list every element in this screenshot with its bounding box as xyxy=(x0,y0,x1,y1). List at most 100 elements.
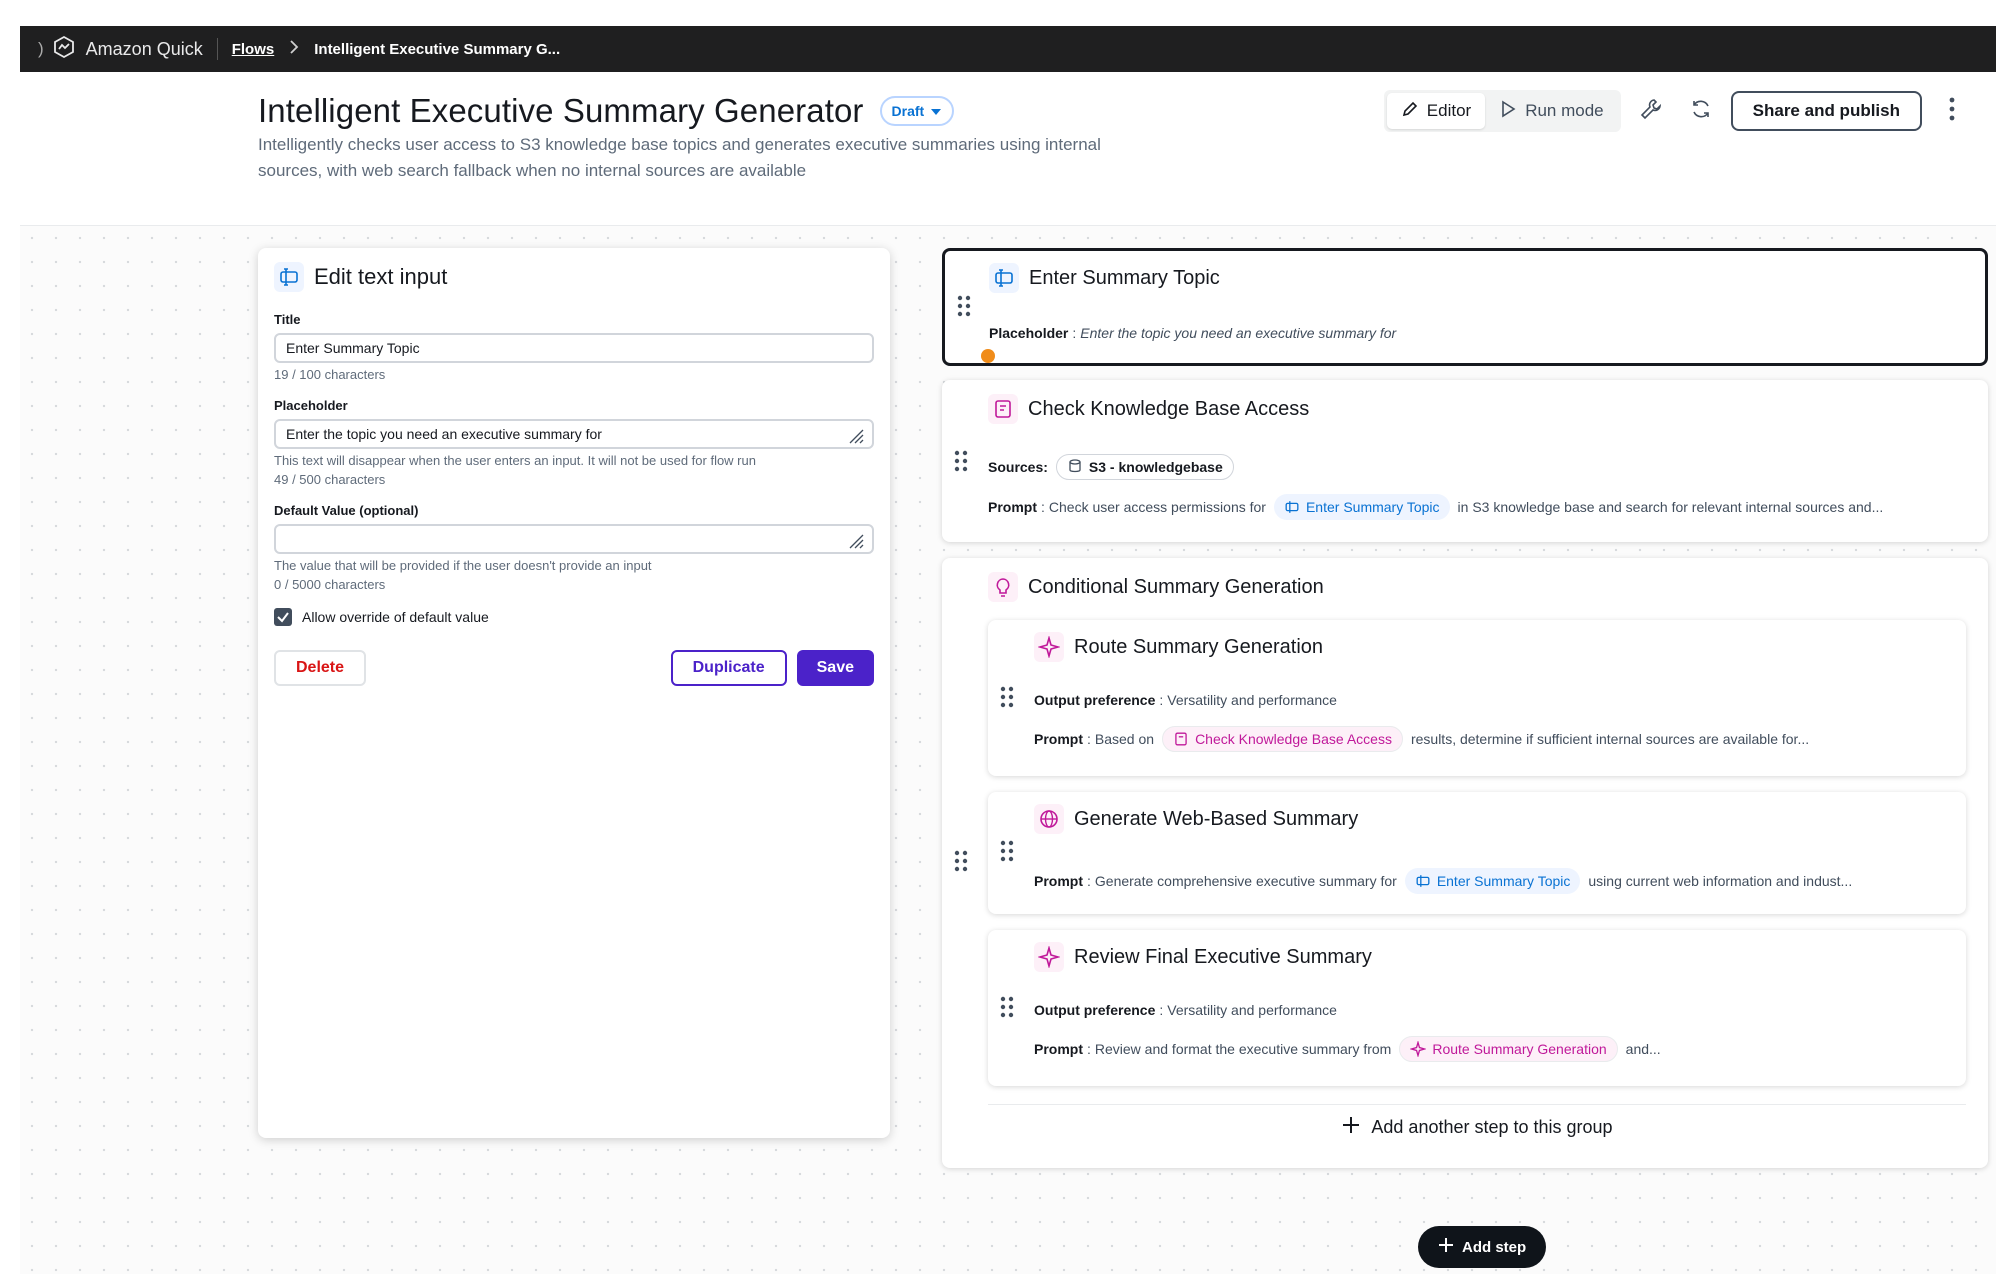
text-input-icon xyxy=(1416,875,1430,887)
editor-mode-button[interactable]: Editor xyxy=(1386,93,1486,129)
step-prompt-line: Prompt: Based on Check Knowledge Base Ac… xyxy=(1034,726,1809,752)
wrench-icon xyxy=(1639,97,1663,126)
step-group-conditional-summary-generation[interactable]: Conditional Summary Generation Route Sum… xyxy=(942,558,1988,1168)
source-tag-label: S3 - knowledgebase xyxy=(1088,459,1223,475)
reference-tag-enter-summary-topic[interactable]: Enter Summary Topic xyxy=(1404,868,1581,894)
checkmark-icon xyxy=(277,612,289,623)
breadcrumb-flows[interactable]: Flows xyxy=(232,41,275,58)
run-mode-button[interactable]: Run mode xyxy=(1485,93,1617,129)
prompt-key: Prompt xyxy=(1034,873,1083,889)
knowledge-base-icon xyxy=(988,394,1018,424)
colon: : xyxy=(1159,692,1164,708)
share-and-publish-button[interactable]: Share and publish xyxy=(1730,91,1922,131)
status-dropdown[interactable]: Draft xyxy=(879,96,955,126)
drag-handle-icon[interactable] xyxy=(1000,840,1014,867)
title-input[interactable]: Enter Summary Topic xyxy=(274,333,874,363)
reference-tag-route-summary-generation[interactable]: Route Summary Generation xyxy=(1399,1036,1618,1062)
add-step-button[interactable]: Add step xyxy=(1418,1226,1547,1268)
connection-point[interactable] xyxy=(981,349,995,363)
knowledge-base-icon xyxy=(1175,732,1187,746)
pencil-icon xyxy=(1401,100,1419,123)
colon: : xyxy=(1072,325,1077,341)
prompt-key: Prompt xyxy=(1034,731,1083,747)
prompt-text-pre: Review and format the executive summary … xyxy=(1094,1041,1392,1057)
bar-edge-mark: ) xyxy=(38,39,44,58)
edit-text-input-panel: Edit text input Title Enter Summary Topi… xyxy=(258,248,890,1138)
caret-down-icon xyxy=(930,103,942,119)
reference-tag-label: Check Knowledge Base Access xyxy=(1195,731,1392,747)
group-title-row: Conditional Summary Generation xyxy=(988,572,1324,602)
colon: : xyxy=(1087,1041,1091,1057)
reference-tag-label: Route Summary Generation xyxy=(1432,1041,1607,1057)
status-label: Draft xyxy=(891,103,925,119)
sparkle-icon xyxy=(1410,1041,1427,1057)
step-title: Generate Web-Based Summary xyxy=(1074,807,1359,830)
drag-handle-icon[interactable] xyxy=(1000,996,1014,1023)
run-mode-label: Run mode xyxy=(1525,101,1604,120)
step-title: Check Knowledge Base Access xyxy=(1028,397,1310,420)
step-title-row: Enter Summary Topic xyxy=(989,263,1220,293)
brand[interactable]: Amazon Quick xyxy=(52,35,203,64)
step-title: Enter Summary Topic xyxy=(1029,266,1220,289)
top-navigation-bar: ) Amazon Quick Flows Intelligent Executi… xyxy=(20,26,1996,72)
sparkle-icon xyxy=(1034,942,1064,972)
flow-canvas: Edit text input Title Enter Summary Topi… xyxy=(20,226,1996,1274)
primary-actions: Duplicate Save xyxy=(670,650,874,686)
text-input-icon xyxy=(274,262,304,292)
placeholder-char-count: 49 / 500 characters xyxy=(274,472,386,487)
prompt-text-pre: Check user access permissions for xyxy=(1048,499,1266,515)
step-card-generate-web-based-summary[interactable]: Generate Web-Based Summary Prompt: Gener… xyxy=(988,792,1966,914)
more-options-button[interactable] xyxy=(1932,91,1972,131)
drag-handle-icon[interactable] xyxy=(957,295,971,322)
reference-tag-enter-summary-topic[interactable]: Enter Summary Topic xyxy=(1273,494,1450,520)
output-preference-line: Output preference: Versatility and perfo… xyxy=(1034,1002,1337,1018)
step-card-check-knowledge-base-access[interactable]: Check Knowledge Base Access Sources: S3 … xyxy=(942,380,1988,542)
panel-header: Edit text input xyxy=(274,262,874,292)
reference-tag-check-knowledge-base-access[interactable]: Check Knowledge Base Access xyxy=(1162,726,1403,752)
page-title-row: Intelligent Executive Summary Generator … xyxy=(258,92,955,130)
step-placeholder-line: Placeholder: Enter the topic you need an… xyxy=(989,325,1396,341)
save-button[interactable]: Save xyxy=(796,650,874,686)
settings-wrench-button[interactable] xyxy=(1631,91,1671,131)
prompt-text-pre: Generate comprehensive executive summary… xyxy=(1094,873,1397,889)
drag-handle-icon[interactable] xyxy=(954,850,968,877)
prompt-key: Prompt xyxy=(1034,1041,1083,1057)
step-prompt-line: Prompt: Generate comprehensive executive… xyxy=(1034,868,1852,894)
add-step-label: Add step xyxy=(1462,1238,1527,1256)
app-window: ) Amazon Quick Flows Intelligent Executi… xyxy=(20,26,1996,1274)
step-prompt-line: Prompt: Check user access permissions fo… xyxy=(988,494,1883,520)
placeholder-textarea[interactable]: Enter the topic you need an executive su… xyxy=(274,419,874,449)
delete-button[interactable]: Delete xyxy=(274,650,367,686)
page-title: Intelligent Executive Summary Generator xyxy=(258,92,864,129)
step-card-route-summary-generation[interactable]: Route Summary Generation Output preferen… xyxy=(988,620,1966,776)
drag-handle-icon[interactable] xyxy=(1000,686,1014,713)
refresh-button[interactable] xyxy=(1681,91,1721,131)
drag-handle-icon[interactable] xyxy=(954,450,968,477)
allow-override-checkbox[interactable] xyxy=(274,608,292,626)
default-value-char-count: 0 / 5000 characters xyxy=(274,577,386,592)
step-title-row: Check Knowledge Base Access xyxy=(988,394,1309,424)
step-card-review-final-executive-summary[interactable]: Review Final Executive Summary Output pr… xyxy=(988,930,1966,1086)
prompt-text-pre: Based on xyxy=(1094,731,1155,747)
source-tag[interactable]: S3 - knowledgebase xyxy=(1055,454,1234,480)
reference-tag-label: Enter Summary Topic xyxy=(1305,499,1440,515)
title-input-value: Enter Summary Topic xyxy=(286,340,420,356)
placeholder-hint: This text will disappear when the user e… xyxy=(274,453,756,468)
step-prompt-line: Prompt: Review and format the executive … xyxy=(1034,1036,1661,1062)
output-value: Versatility and performance xyxy=(1167,692,1337,708)
resize-handle-icon[interactable] xyxy=(846,426,864,447)
header-toolbar: Editor Run mode Share and publish xyxy=(1383,90,1972,132)
placeholder-key: Placeholder xyxy=(989,325,1069,341)
default-value-textarea[interactable] xyxy=(274,524,874,554)
step-sources-line: Sources: S3 - knowledgebase xyxy=(988,454,1238,480)
plus-icon xyxy=(1438,1237,1454,1257)
colon: : xyxy=(1087,731,1091,747)
add-step-to-group-button[interactable]: Add another step to this group xyxy=(988,1104,1966,1150)
output-preference-line: Output preference: Versatility and perfo… xyxy=(1034,692,1337,708)
play-icon xyxy=(1499,100,1517,123)
reference-tag-label: Enter Summary Topic xyxy=(1436,873,1571,889)
duplicate-button[interactable]: Duplicate xyxy=(670,650,787,686)
colon: : xyxy=(1087,873,1091,889)
step-card-enter-summary-topic[interactable]: Enter Summary Topic Placeholder: Enter t… xyxy=(942,248,1988,366)
resize-handle-icon[interactable] xyxy=(846,531,864,552)
